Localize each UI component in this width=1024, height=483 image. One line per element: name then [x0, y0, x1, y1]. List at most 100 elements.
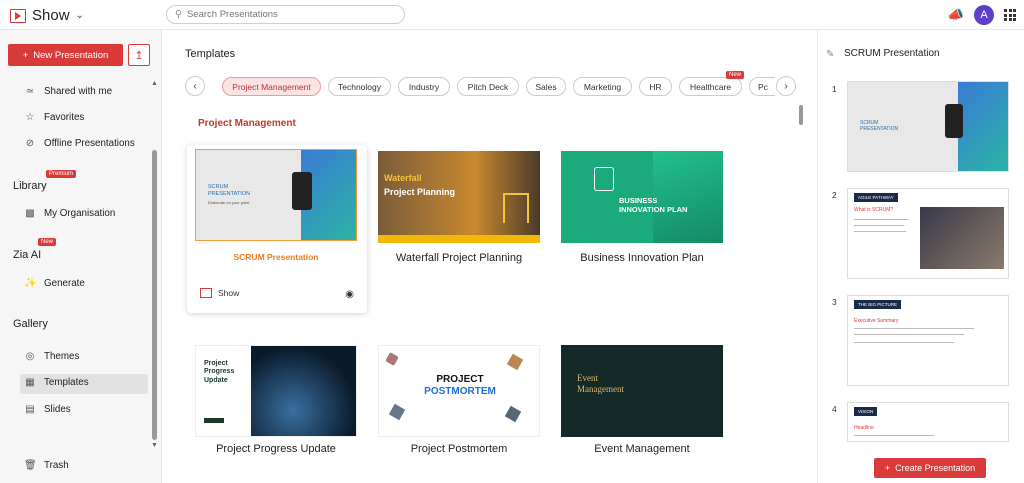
chip-industry[interactable]: Industry — [398, 77, 450, 96]
sidebar-item-label: Trash — [44, 460, 69, 471]
chevron-down-icon: ⌄ — [75, 10, 84, 21]
sidebar-item-themes[interactable]: ◎ Themes — [24, 351, 80, 362]
new-badge: New — [38, 238, 57, 246]
thumb-title: Waterfall — [384, 173, 422, 183]
template-thumb-innovation[interactable]: BUSINESS INNOVATION PLAN — [561, 151, 723, 243]
palette-icon: ◎ — [25, 351, 35, 362]
announcement-icon[interactable]: 📣 — [948, 7, 964, 23]
page-title: Templates — [185, 48, 236, 60]
chevron-right-icon: › — [784, 80, 788, 92]
slide-number: 3 — [832, 297, 837, 307]
main-scrollbar[interactable] — [799, 105, 803, 125]
template-label-progress[interactable]: Project Progress Update — [193, 443, 359, 455]
plus-icon: + — [884, 463, 891, 473]
chip-hr[interactable]: HR — [639, 77, 672, 96]
chevron-left-icon: ‹ — [193, 80, 197, 92]
sidebar-item-favorites[interactable]: ☆ Favorites — [24, 112, 85, 123]
zia-heading: Zia AI — [13, 249, 42, 261]
templates-icon: ▦ — [25, 377, 35, 388]
slide-number: 1 — [832, 84, 837, 94]
sidebar-item-label: Generate — [44, 278, 85, 289]
template-thumb-progress[interactable]: Project Progress Update — [195, 345, 357, 437]
scroll-up-icon[interactable]: ▲ — [151, 80, 158, 87]
sidebar-item-label: Templates — [44, 377, 89, 388]
thumb-subtitle: Elaborate on your point — [208, 200, 250, 205]
sidebar-item-slides[interactable]: ▤ Slides — [24, 404, 71, 415]
offline-icon: ⊘ — [25, 138, 35, 149]
chip-sales[interactable]: Sales — [526, 77, 566, 96]
thumb-title-2: POSTMORTEM — [424, 386, 496, 397]
template-label-event[interactable]: Event Management — [559, 443, 725, 455]
show-label: Show — [218, 288, 240, 298]
slide-title: AGILE PATHWAY — [854, 193, 898, 202]
upload-icon: ↥ — [134, 49, 144, 62]
template-thumb-event[interactable]: Event Management — [561, 345, 723, 437]
template-label-scrum[interactable]: SCRUM Presentation — [193, 252, 359, 262]
template-thumb-postmortem[interactable]: PROJECT POSTMORTEM — [378, 345, 540, 437]
chips-prev-button[interactable]: ‹ — [185, 76, 205, 96]
healthcare-new-badge: New — [726, 71, 745, 79]
premium-badge: Premium — [46, 170, 77, 178]
main-panel: Templates ‹ Project Management Technolog… — [162, 30, 817, 483]
chip-healthcare[interactable]: Healthcare — [679, 77, 742, 96]
chip-partial[interactable]: Pc — [749, 77, 775, 96]
slide-subtitle: What is SCRUM? — [854, 207, 894, 213]
chips-next-button[interactable]: › — [776, 76, 796, 96]
chip-pitch-deck[interactable]: Pitch Deck — [457, 77, 519, 96]
sidebar-item-my-organisation[interactable]: ▩ My Organisation — [24, 208, 115, 219]
sidebar-item-label: Favorites — [44, 112, 85, 123]
template-label-postmortem[interactable]: Project Postmortem — [376, 443, 542, 455]
slide-title: THE BIG PICTURE — [854, 300, 902, 309]
slide-thumb-3[interactable]: THE BIG PICTURE Executive Summary — [847, 295, 1009, 386]
template-label-innovation[interactable]: Business Innovation Plan — [559, 252, 725, 264]
avatar[interactable]: A — [974, 5, 994, 25]
sidebar-item-templates[interactable]: ▦ Templates — [24, 377, 89, 388]
slide-subtitle: Executive Summary — [854, 318, 899, 324]
app-switcher[interactable]: Show ⌄ — [10, 7, 84, 24]
plus-icon: + — [22, 49, 29, 61]
template-thumb-waterfall[interactable]: Waterfall Project Planning — [378, 151, 540, 243]
magic-icon: ✨ — [24, 278, 37, 289]
section-title: Project Management — [198, 118, 296, 129]
preview-panel: ✎ SCRUM Presentation 1 SCRUM PRESENTATIO… — [817, 30, 1024, 483]
template-label-waterfall[interactable]: Waterfall Project Planning — [376, 252, 542, 264]
sidebar-item-label: Slides — [44, 404, 71, 415]
sidebar-item-label: My Organisation — [44, 208, 116, 219]
star-icon: ☆ — [25, 112, 35, 123]
show-link[interactable]: Show — [200, 288, 239, 298]
slide-thumb-2[interactable]: AGILE PATHWAY What is SCRUM? — [847, 188, 1009, 279]
thumb-title: SCRUM PRESENTATION — [208, 184, 250, 197]
chip-project-management[interactable]: Project Management — [222, 77, 321, 96]
slide-subtitle: Headline — [854, 425, 874, 431]
org-icon: ▩ — [25, 208, 35, 219]
sidebar-item-trash[interactable]: 🗑 Trash — [24, 460, 69, 471]
thumb-title-2: Project Planning — [384, 187, 456, 197]
thumb-title: BUSINESS INNOVATION PLAN — [619, 196, 688, 214]
category-chips: ‹ Project Management Technology Industry… — [185, 71, 801, 97]
show-logo-icon — [200, 288, 212, 298]
eye-icon[interactable]: ◉ — [345, 289, 354, 300]
apps-grid-icon[interactable] — [1004, 9, 1016, 21]
sidebar-item-offline[interactable]: ⊘ Offline Presentations — [24, 138, 135, 149]
template-thumb-scrum[interactable]: SCRUM PRESENTATION Elaborate on your poi… — [195, 149, 357, 241]
search-input[interactable] — [186, 9, 387, 20]
create-presentation-button[interactable]: + Create Presentation — [874, 458, 986, 478]
slide-number: 4 — [832, 404, 837, 414]
sidebar-item-generate[interactable]: ✨ Generate — [24, 278, 85, 289]
new-presentation-button[interactable]: + New Presentation — [8, 44, 123, 66]
slide-title: VISION — [854, 407, 878, 416]
scroll-down-icon[interactable]: ▼ — [151, 442, 158, 449]
chip-technology[interactable]: Technology — [328, 77, 391, 96]
sidebar-scrollbar[interactable] — [152, 150, 157, 440]
gallery-heading: Gallery — [13, 318, 48, 330]
chip-marketing[interactable]: Marketing — [573, 77, 632, 96]
preview-title: SCRUM Presentation — [844, 48, 940, 59]
sidebar-item-shared[interactable]: ≃ Shared with me — [24, 86, 112, 97]
trash-icon: 🗑 — [24, 460, 37, 471]
slide-thumb-1[interactable]: SCRUM PRESENTATION — [847, 81, 1009, 172]
upload-button[interactable]: ↥ — [128, 44, 150, 66]
slide-thumb-4[interactable]: VISION Headline — [847, 402, 1009, 442]
slides-icon: ▤ — [25, 404, 35, 415]
search-box[interactable]: ⚲ — [166, 5, 405, 24]
slide-number: 2 — [832, 190, 837, 200]
